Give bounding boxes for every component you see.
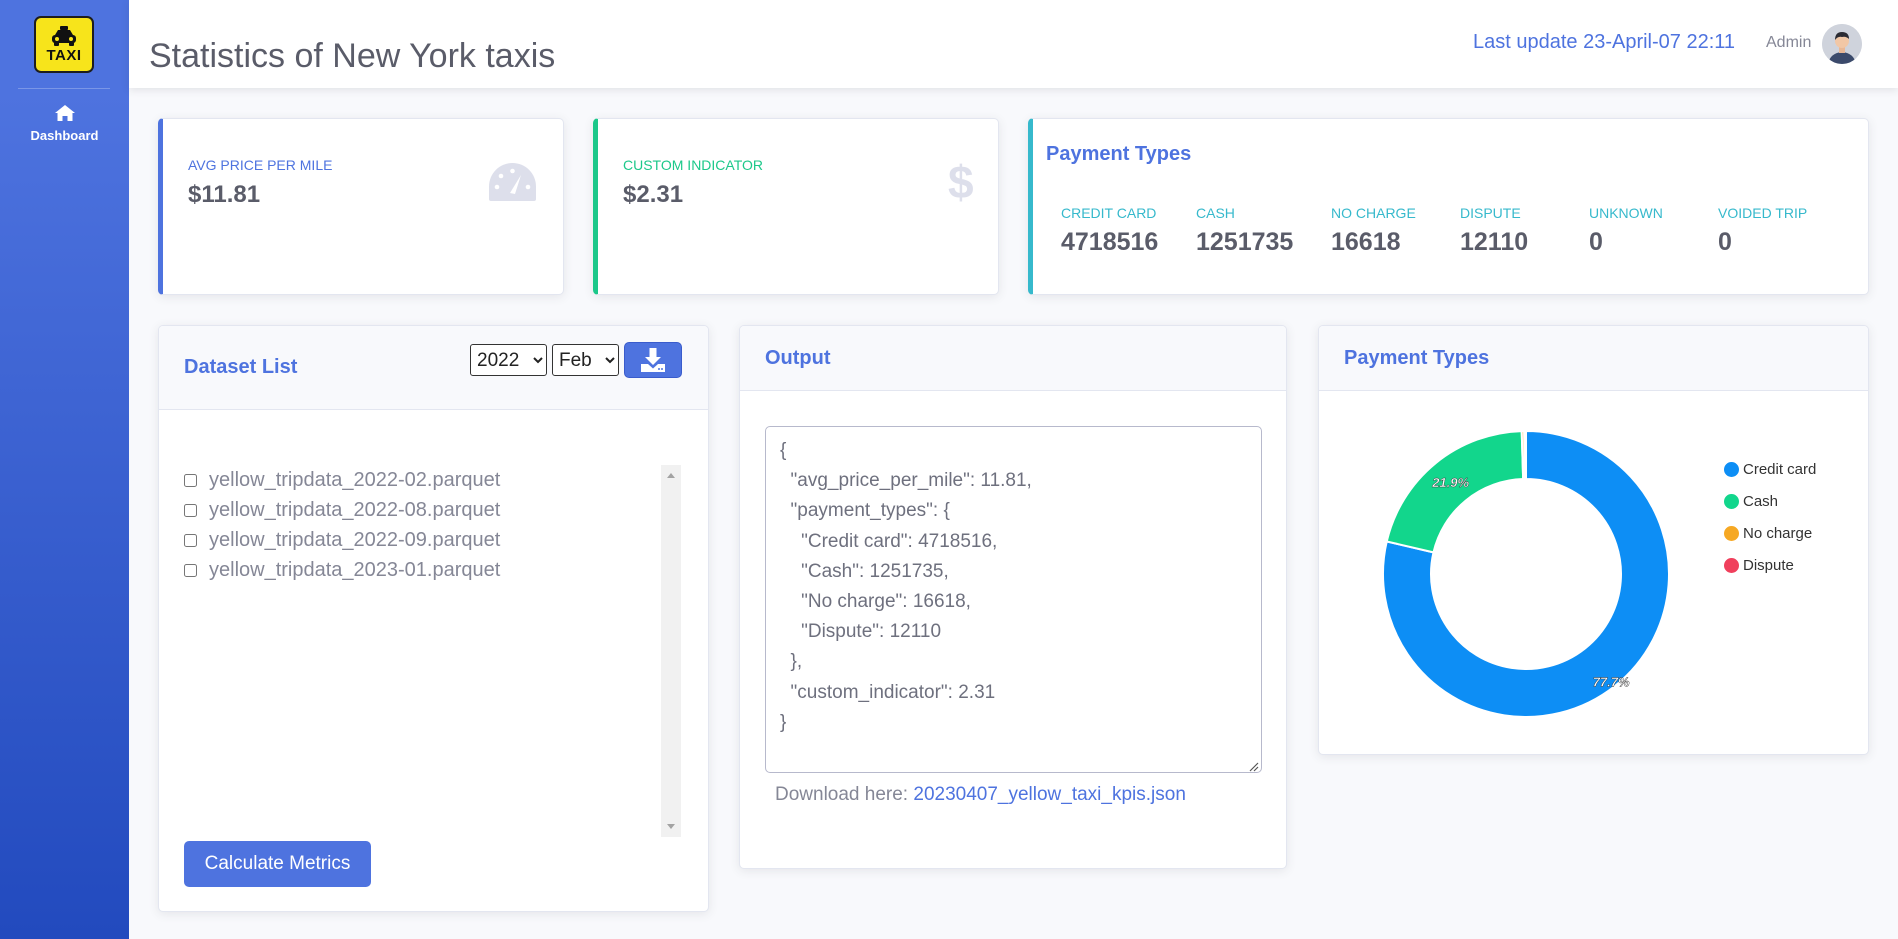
file-checkbox[interactable]: [184, 563, 197, 577]
stat-label: DISPUTE: [1460, 205, 1521, 221]
resize-handle-icon[interactable]: [1249, 762, 1259, 772]
scroll-down-arrow-icon[interactable]: [667, 824, 675, 829]
avg-price-card: AVG PRICE PER MILE $11.81: [158, 118, 564, 295]
download-link[interactable]: 20230407_yellow_taxi_kpis.json: [913, 784, 1186, 805]
stat-value: 0: [1589, 228, 1603, 256]
legend-item[interactable]: Cash: [1724, 485, 1816, 517]
output-title: Output: [765, 347, 831, 369]
sidebar-divider: [18, 88, 110, 89]
stat-label: CREDIT CARD: [1061, 205, 1157, 221]
stat-label: UNKNOWN: [1589, 205, 1663, 221]
legend-dot: [1724, 493, 1739, 509]
scroll-up-arrow-icon[interactable]: [667, 473, 675, 478]
stat-label: VOIDED TRIP: [1718, 205, 1808, 221]
legend-label: Dispute: [1743, 556, 1794, 574]
month-select[interactable]: Feb: [552, 344, 619, 376]
payment-dispute: DISPUTE 12110: [1460, 205, 1528, 257]
payment-types-summary-card: Payment Types CREDIT CARD 4718516 CASH 1…: [1028, 118, 1869, 295]
download-button[interactable]: [624, 342, 682, 378]
file-checkbox[interactable]: [184, 533, 197, 547]
data-label: 77.7%: [1593, 674, 1630, 689]
download-prefix: Download here:: [775, 784, 909, 805]
download-line: Download here: 20230407_yellow_taxi_kpis…: [775, 784, 1186, 806]
custom-indicator-value: $2.31: [623, 181, 684, 208]
donut-slice-cash[interactable]: [1385, 430, 1525, 554]
legend-label: Credit card: [1743, 460, 1817, 478]
chart-title: Payment Types: [1344, 347, 1490, 369]
payment-voided-trip: VOIDED TRIP 0: [1718, 205, 1807, 257]
donut-chart: 77.7% 21.9%: [1382, 429, 1670, 718]
user-avatar-icon: [1822, 24, 1862, 64]
file-name: yellow_tripdata_2022-08.parquet: [209, 498, 501, 521]
stat-value: 16618: [1331, 228, 1401, 256]
payment-summary-title: Payment Types: [1046, 143, 1192, 165]
dataset-list-card: Dataset List 2022 Feb yellow_tripdata_20…: [158, 325, 709, 912]
payment-credit-card: CREDIT CARD 4718516: [1061, 205, 1158, 257]
stat-label: CASH: [1196, 205, 1235, 221]
page-title: Statistics of New York taxis: [149, 37, 556, 75]
stat-label: NO CHARGE: [1331, 205, 1416, 221]
tachometer-icon: [489, 163, 536, 201]
list-item: yellow_tripdata_2022-08.parquet: [184, 495, 681, 525]
dataset-list-title: Dataset List: [184, 356, 298, 378]
legend-item[interactable]: Dispute: [1724, 549, 1816, 581]
sidebar: TAXI Dashboard: [0, 0, 129, 939]
sidebar-item-label: Dashboard: [30, 128, 99, 143]
list-item: yellow_tripdata_2023-01.parquet: [184, 555, 681, 585]
chart-card-header: Payment Types: [1319, 326, 1868, 391]
file-name: yellow_tripdata_2023-01.parquet: [209, 558, 501, 581]
year-select[interactable]: 2022: [470, 344, 547, 376]
output-card: Output { "avg_price_per_mile": 11.81, "p…: [739, 325, 1287, 869]
stat-value: 1251735: [1196, 228, 1294, 256]
file-checkbox[interactable]: [184, 503, 197, 517]
donut-slice-dispute[interactable]: [1523, 429, 1527, 481]
chart-legend: Credit card Cash No charge Dispute: [1724, 453, 1816, 581]
payment-types-chart-card: Payment Types 77.7% 21.9% Credit card Cash…: [1318, 325, 1869, 755]
taxi-icon: [52, 25, 76, 46]
legend-item[interactable]: No charge: [1724, 517, 1816, 549]
brand-logo[interactable]: TAXI: [34, 16, 94, 73]
stat-value: 0: [1718, 228, 1732, 256]
legend-label: No charge: [1743, 524, 1813, 542]
output-card-header: Output: [740, 326, 1286, 391]
brand-text: TAXI: [46, 46, 82, 64]
topbar: Statistics of New York taxis Last update…: [129, 0, 1898, 88]
file-name: yellow_tripdata_2022-02.parquet: [209, 468, 501, 491]
last-update-text: Last update 23-April-07 22:11: [1473, 31, 1736, 53]
avg-price-label: AVG PRICE PER MILE: [188, 157, 333, 173]
legend-dot: [1724, 557, 1739, 573]
legend-item[interactable]: Credit card: [1724, 453, 1816, 485]
list-scrollbar[interactable]: [661, 465, 681, 837]
stat-value: 12110: [1460, 228, 1529, 256]
data-label: 21.9%: [1431, 475, 1469, 490]
user-name[interactable]: Admin: [1766, 34, 1811, 52]
stat-value: 4718516: [1061, 228, 1159, 256]
payment-unknown: UNKNOWN 0: [1589, 205, 1663, 257]
file-checkbox[interactable]: [184, 473, 197, 487]
payment-cash: CASH 1251735: [1196, 205, 1293, 257]
dataset-file-list[interactable]: yellow_tripdata_2022-02.parquet yellow_t…: [184, 465, 681, 837]
list-item: yellow_tripdata_2022-02.parquet: [184, 465, 681, 495]
dataset-card-header: Dataset List 2022 Feb: [159, 326, 708, 410]
home-icon: [54, 105, 75, 121]
dollar-icon: $: [948, 156, 974, 208]
avatar[interactable]: [1822, 24, 1862, 64]
payment-no-charge: NO CHARGE 16618: [1331, 205, 1416, 257]
legend-dot: [1724, 525, 1739, 541]
download-icon: [641, 348, 665, 372]
custom-indicator-label: CUSTOM INDICATOR: [623, 157, 764, 173]
list-item: yellow_tripdata_2022-09.parquet: [184, 525, 681, 555]
avg-price-value: $11.81: [188, 181, 261, 208]
sidebar-item-dashboard[interactable]: Dashboard: [0, 104, 129, 154]
custom-indicator-card: CUSTOM INDICATOR $2.31 $: [593, 118, 999, 295]
legend-dot: [1724, 461, 1739, 477]
output-json-textarea[interactable]: { "avg_price_per_mile": 11.81, "payment_…: [765, 426, 1262, 773]
file-name: yellow_tripdata_2022-09.parquet: [209, 528, 501, 551]
legend-label: Cash: [1743, 492, 1779, 510]
calculate-metrics-button[interactable]: Calculate Metrics: [184, 841, 371, 887]
